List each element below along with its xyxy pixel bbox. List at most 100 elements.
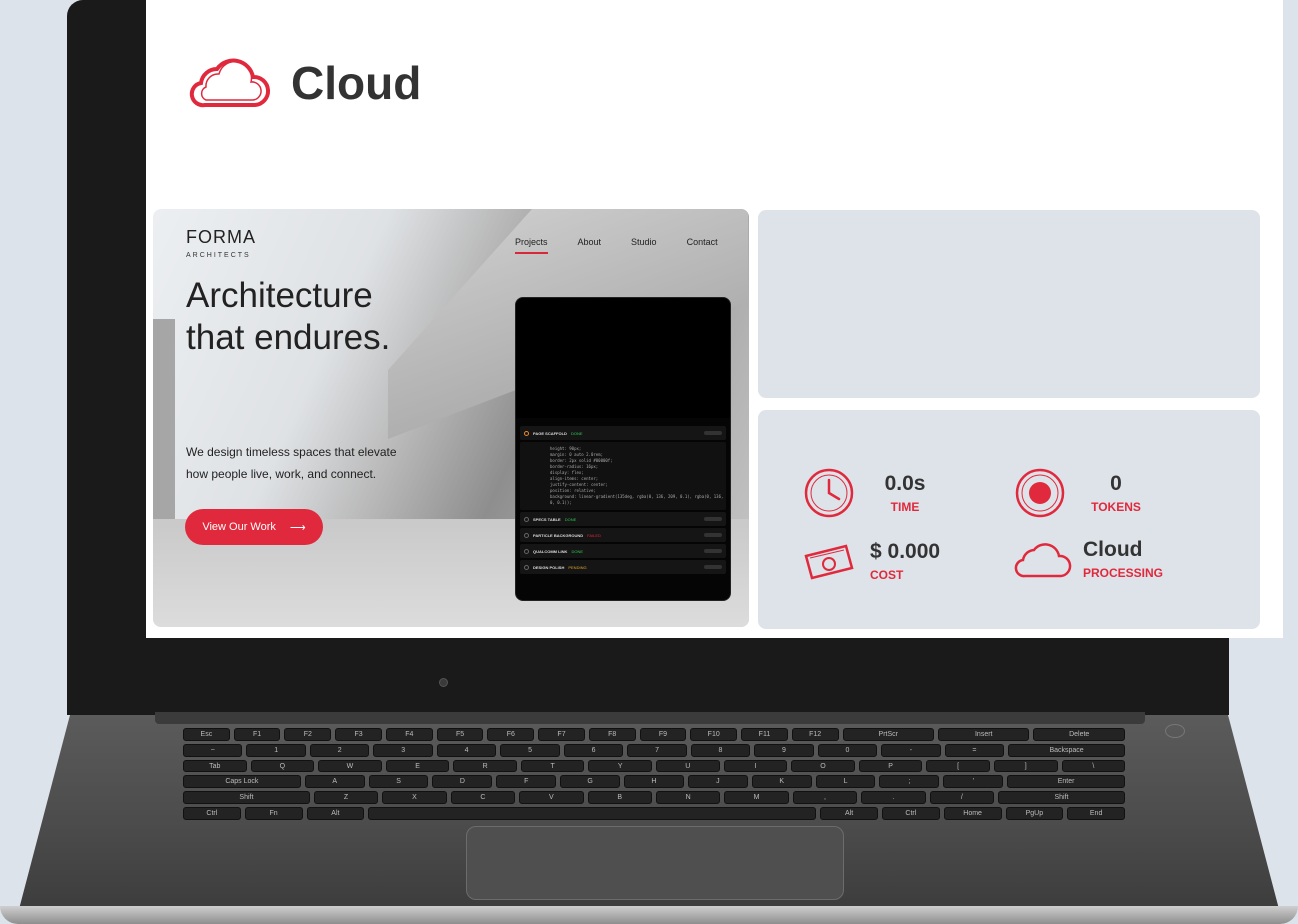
key[interactable]: F4 [385, 728, 433, 741]
key[interactable]: \ [1061, 759, 1126, 773]
key[interactable]: Ctrl [183, 807, 241, 820]
key[interactable]: J [687, 775, 748, 789]
key[interactable]: Backspace [1008, 743, 1126, 757]
key[interactable]: Delete [1033, 728, 1125, 741]
key[interactable]: F12 [791, 728, 839, 741]
power-button[interactable] [1165, 724, 1185, 738]
key[interactable]: C [450, 791, 516, 805]
key[interactable]: PgUp [1005, 807, 1064, 820]
preview-nav: Projects About Studio Contact [515, 237, 718, 254]
key[interactable]: T [520, 759, 585, 773]
key[interactable]: 0 [817, 743, 878, 757]
preview-nav-contact[interactable]: Contact [687, 237, 718, 254]
key[interactable]: 4 [436, 743, 497, 757]
preview-nav-studio[interactable]: Studio [631, 237, 657, 254]
key[interactable]: F6 [487, 728, 535, 741]
key[interactable]: S [368, 775, 429, 789]
description-line-1: We design timeless spaces that elevate [186, 445, 397, 459]
key[interactable]: 1 [246, 743, 306, 757]
key[interactable]: K [751, 775, 812, 789]
task-item-qualcomm-link[interactable]: QUALCOMM LINK DONE [520, 544, 726, 558]
key[interactable]: F9 [639, 728, 687, 741]
task-item-design-polish[interactable]: DESIGN POLISH PENDING [520, 560, 726, 574]
task-panel: PAGE SCAFFOLD DONE height: 90px; margin:… [515, 297, 731, 601]
key[interactable]: W [318, 759, 382, 773]
key[interactable]: Q [250, 759, 315, 773]
key[interactable]: D [432, 775, 493, 789]
key[interactable]: ; [879, 775, 940, 789]
key[interactable]: Esc [183, 728, 230, 741]
key[interactable]: Home [943, 807, 1002, 820]
key[interactable]: V [519, 791, 584, 805]
key[interactable]: 8 [690, 743, 751, 757]
key[interactable]: F11 [741, 728, 788, 741]
task-item-specs-table[interactable]: SPECS TABLE DONE [520, 512, 726, 526]
key[interactable]: 9 [754, 743, 814, 757]
key[interactable]: X [382, 791, 447, 805]
key[interactable]: 3 [373, 743, 433, 757]
key[interactable]: / [929, 791, 995, 805]
key[interactable]: ] [993, 759, 1058, 773]
key[interactable]: O [791, 759, 855, 773]
key[interactable]: Insert [938, 728, 1030, 741]
key-space[interactable] [368, 807, 817, 820]
key[interactable]: F1 [233, 728, 281, 741]
task-meta [704, 533, 722, 537]
key[interactable]: Z [313, 791, 379, 805]
cost-label: COST [870, 568, 904, 582]
key[interactable]: [ [926, 759, 990, 773]
key[interactable]: R [453, 759, 517, 773]
key[interactable]: 2 [309, 743, 370, 757]
preview-logo[interactable]: FORMA [186, 227, 256, 248]
key[interactable]: 7 [627, 743, 687, 757]
key[interactable]: , [792, 791, 858, 805]
key[interactable]: I [723, 759, 788, 773]
key[interactable]: . [861, 791, 926, 805]
key[interactable]: N [655, 791, 721, 805]
view-our-work-button[interactable]: View Our Work ⟶ [185, 509, 323, 545]
task-status-icon [524, 564, 529, 570]
key[interactable]: ' [943, 775, 1004, 789]
key[interactable]: B [587, 791, 652, 805]
key[interactable]: 5 [500, 743, 560, 757]
key[interactable]: F [496, 775, 557, 789]
key[interactable]: Tab [183, 759, 247, 773]
key[interactable]: PrtScr [842, 728, 935, 741]
keyboard-row: Caps Lock A S D F G H J K L; ' Enter [183, 775, 1125, 789]
preview-nav-about[interactable]: About [578, 237, 602, 254]
key[interactable]: Enter [1007, 775, 1125, 789]
key[interactable]: End [1067, 807, 1125, 820]
website-preview[interactable]: FORMA ARCHITECTS Projects About Studio C… [153, 209, 749, 627]
key[interactable]: = [944, 743, 1005, 757]
key[interactable]: Y [588, 759, 653, 773]
key[interactable]: F10 [690, 728, 738, 741]
key[interactable]: U [656, 759, 720, 773]
key[interactable]: L [815, 775, 876, 789]
key[interactable]: Shift [183, 791, 310, 805]
cloud-icon [1014, 543, 1072, 578]
key[interactable]: F8 [588, 728, 636, 741]
key[interactable]: Ctrl [882, 807, 940, 820]
key[interactable]: A [304, 775, 365, 789]
task-item-page-scaffold[interactable]: PAGE SCAFFOLD DONE [520, 426, 726, 440]
key[interactable]: - [881, 743, 941, 757]
key[interactable]: ~ [183, 743, 243, 757]
preview-nav-projects[interactable]: Projects [515, 237, 548, 254]
key[interactable]: 6 [563, 743, 624, 757]
key[interactable]: Alt [306, 807, 365, 820]
key[interactable]: F5 [436, 728, 484, 741]
key[interactable]: F2 [284, 728, 332, 741]
key[interactable]: F7 [538, 728, 585, 741]
task-item-particle-background[interactable]: PARTICLE BACKGROUND FAILED [520, 528, 726, 542]
key[interactable]: Shift [998, 791, 1125, 805]
key[interactable]: G [560, 775, 621, 789]
key[interactable]: H [624, 775, 684, 789]
key[interactable]: M [724, 791, 789, 805]
key[interactable]: Fn [244, 807, 303, 820]
key[interactable]: Caps Lock [183, 775, 301, 789]
key[interactable]: F3 [335, 728, 382, 741]
key[interactable]: Alt [820, 807, 878, 820]
touchpad[interactable] [466, 826, 844, 900]
key[interactable]: E [385, 759, 450, 773]
key[interactable]: P [858, 759, 923, 773]
